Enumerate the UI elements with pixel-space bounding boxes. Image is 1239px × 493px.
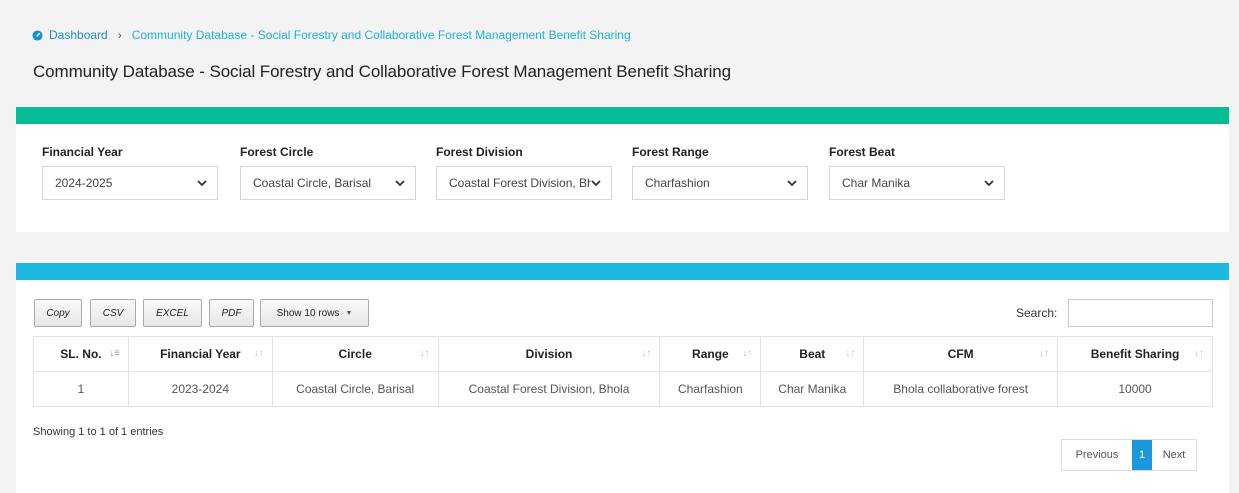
chevron-down-icon [984,179,994,186]
next-page-button[interactable]: Next [1152,440,1196,470]
sort-icon: ↓↑ [641,348,652,359]
chevron-down-icon [787,179,797,186]
search-input[interactable] [1068,299,1213,327]
column-header-label: Benefit Sharing [1090,347,1180,361]
dashboard-icon [32,29,43,41]
sort-icon: ↓↑ [1194,348,1204,359]
filter-card-header-bar [16,107,1229,124]
select-value: Charfashion [645,176,710,190]
search-label: Search: [1016,306,1058,320]
financial-year-select[interactable]: 2024-2025 [42,166,218,200]
pagination: Previous 1 Next [1061,439,1197,471]
filter-forest-beat: Forest Beat Char Manika [829,145,1005,200]
column-header-benefit-sharing[interactable]: Benefit Sharing ↓↑ [1057,336,1213,372]
column-header-division[interactable]: Division ↓↑ [437,336,661,372]
previous-page-button[interactable]: Previous [1062,440,1132,470]
column-header-label: Division [525,347,573,361]
column-header-beat[interactable]: Beat ↓↑ [760,336,865,372]
caret-down-icon: ▼ [345,309,353,317]
filter-forest-division: Forest Division Coastal Forest Division,… [436,145,612,200]
column-header-label: Range [692,347,729,361]
chevron-right-icon: › [117,28,122,42]
column-header-label: Beat [799,347,826,361]
column-header-financial-year[interactable]: Financial Year ↓↑ [127,336,273,372]
sort-icon: ↓↑ [742,348,753,359]
forest-division-select[interactable]: Coastal Forest Division, Bhola [436,166,612,200]
select-value: Coastal Circle, Barisal [253,176,372,190]
cell-financial-year: 2023-2024 [127,371,273,407]
filter-row: Financial Year 2024-2025 Forest Circle C… [16,124,1229,232]
column-header-sl-no[interactable]: SL. No. ↓≡ [33,336,129,372]
pdf-button[interactable]: PDF [209,299,254,327]
sort-icon: ↓↑ [845,348,856,359]
show-rows-label: Show 10 rows [276,307,340,319]
column-header-range[interactable]: Range ↓↑ [659,336,762,372]
forest-range-select[interactable]: Charfashion [632,166,808,200]
chevron-down-icon [395,179,405,186]
data-table-card: Copy CSV EXCEL PDF Show 10 rows ▼ Search… [16,263,1229,493]
sort-icon: ↓↑ [419,348,430,359]
select-value: 2024-2025 [55,176,113,190]
table-info: Showing 1 to 1 of 1 entries [33,426,164,438]
select-value: Char Manika [842,176,911,190]
chevron-down-icon [197,179,207,186]
column-header-label: Circle [338,347,372,361]
filter-label: Forest Circle [240,145,314,159]
column-header-circle[interactable]: Circle ↓↑ [271,336,439,372]
table-row: 1 2023-2024 Coastal Circle, Barisal Coas… [33,371,1213,407]
filter-financial-year: Financial Year 2024-2025 [42,145,218,200]
page-title: Community Database - Social Forestry and… [33,62,731,81]
excel-button[interactable]: EXCEL [143,299,202,327]
chevron-down-icon [591,179,601,186]
column-header-cfm[interactable]: CFM ↓↑ [863,336,1059,372]
select-value: Coastal Forest Division, Bhola [449,176,591,190]
page-1-button[interactable]: 1 [1132,440,1152,470]
cell-beat: Char Manika [760,371,865,407]
filter-label: Forest Division [436,145,523,159]
cell-benefit-sharing: 10000 [1057,371,1213,407]
cell-sl-no: 1 [33,371,129,407]
filter-card: Financial Year 2024-2025 Forest Circle C… [16,107,1229,232]
filter-label: Forest Range [632,145,709,159]
cell-cfm: Bhola collaborative forest [863,371,1059,407]
column-header-label: CFM [947,347,974,361]
sort-ascending-icon: ↓≡ [109,348,120,359]
table-header-row: SL. No. ↓≡ Financial Year ↓↑ Circle ↓↑ Divi… [33,336,1213,372]
cell-division: Coastal Forest Division, Bhola [437,371,661,407]
sort-icon: ↓↑ [1039,348,1050,359]
show-rows-button[interactable]: Show 10 rows ▼ [260,299,369,327]
sort-icon: ↓↑ [253,348,264,359]
benefit-sharing-table: SL. No. ↓≡ Financial Year ↓↑ Circle ↓↑ Divi… [33,336,1213,407]
forest-circle-select[interactable]: Coastal Circle, Barisal [240,166,416,200]
filter-forest-range: Forest Range Charfashion [632,145,808,200]
copy-button[interactable]: Copy [34,299,82,327]
column-header-label: SL. No. [60,347,102,361]
csv-button[interactable]: CSV [90,299,136,327]
filter-forest-circle: Forest Circle Coastal Circle, Barisal [240,145,416,200]
filter-label: Financial Year [42,145,123,159]
forest-beat-select[interactable]: Char Manika [829,166,1005,200]
breadcrumb-current[interactable]: Community Database - Social Forestry and… [132,28,631,42]
table-card-header-bar [16,263,1229,280]
cell-range: Charfashion [659,371,762,407]
filter-label: Forest Beat [829,145,896,159]
breadcrumb: Dashboard › Community Database - Social … [32,28,631,42]
cell-circle: Coastal Circle, Barisal [271,371,439,407]
breadcrumb-dashboard-link[interactable]: Dashboard [49,28,108,42]
column-header-label: Financial Year [160,347,241,361]
